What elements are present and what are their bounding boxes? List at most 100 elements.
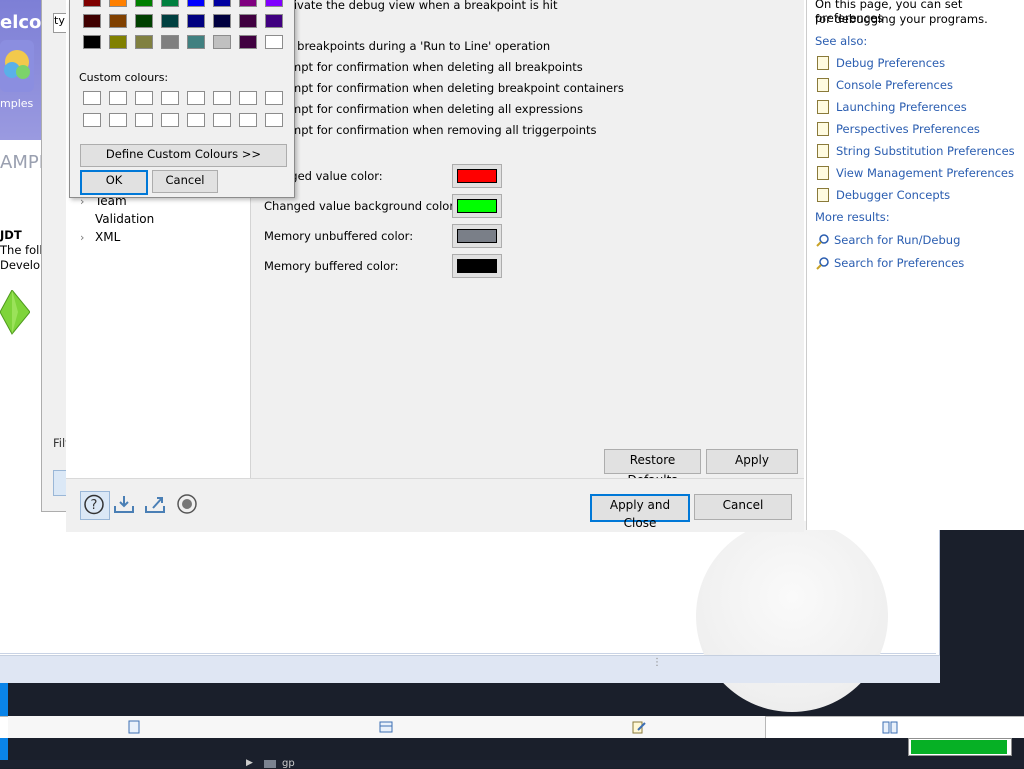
- checkbox-label[interactable]: ip breakpoints during a 'Run to Line' op…: [283, 39, 550, 53]
- svg-text:?: ?: [91, 498, 98, 513]
- document-icon: [817, 188, 829, 202]
- help-link-debugger-concepts[interactable]: Debugger Concepts: [836, 188, 950, 202]
- custom-colour-cell[interactable]: [187, 91, 205, 105]
- system-tray: [0, 760, 1024, 768]
- memory-buffered-color-button[interactable]: [452, 254, 502, 278]
- basic-colour-cell[interactable]: [187, 14, 205, 28]
- custom-colour-cell[interactable]: [213, 91, 231, 105]
- help-link-console-preferences[interactable]: Console Preferences: [836, 78, 953, 92]
- colour-cancel-button[interactable]: Cancel: [152, 170, 218, 193]
- basic-colour-cell[interactable]: [83, 35, 101, 49]
- jdt-gem-icon: [0, 289, 31, 336]
- samples-label: mples: [0, 97, 34, 110]
- basic-colour-cell[interactable]: [135, 14, 153, 28]
- color-swatch: [457, 199, 497, 213]
- document-icon: [817, 166, 829, 180]
- checkbox-label[interactable]: ompt for confirmation when removing all …: [283, 123, 597, 137]
- play-icon: ▶: [246, 758, 253, 768]
- ok-button[interactable]: OK: [80, 170, 148, 195]
- tree-item-xml[interactable]: XML: [95, 230, 120, 244]
- checkbox-label[interactable]: ctivate the debug view when a breakpoint…: [283, 0, 558, 12]
- custom-colour-cell[interactable]: [83, 113, 101, 127]
- export-icon[interactable]: [143, 492, 167, 516]
- define-custom-colours-button[interactable]: Define Custom Colours >>: [80, 144, 287, 167]
- checkbox-label[interactable]: ompt for confirmation when deleting all …: [283, 102, 583, 116]
- basic-colour-cell[interactable]: [265, 35, 283, 49]
- basic-colour-cell[interactable]: [161, 0, 179, 7]
- basic-colour-cell[interactable]: [187, 35, 205, 49]
- cancel-button[interactable]: Cancel: [694, 494, 792, 520]
- basic-colour-cell[interactable]: [161, 14, 179, 28]
- basic-colour-cell[interactable]: [239, 14, 257, 28]
- basic-colour-cell[interactable]: [187, 0, 205, 7]
- document-icon: [817, 78, 829, 92]
- apply-and-close-button[interactable]: Apply and Close: [590, 494, 690, 530]
- basic-colour-cell[interactable]: [83, 14, 101, 28]
- apply-button[interactable]: Apply: [706, 449, 798, 474]
- splitter-handle[interactable]: ⋮: [652, 658, 662, 678]
- memory-unbuffered-color-button[interactable]: [452, 224, 502, 248]
- window-icon: [264, 760, 276, 768]
- help-link-string-substitution-preferences[interactable]: String Substitution Preferences: [836, 144, 1015, 158]
- checkbox-label[interactable]: ompt for confirmation when deleting brea…: [283, 81, 624, 95]
- changed-value-background-color-button[interactable]: [452, 194, 502, 218]
- changed-value-color-label: nged value color:: [283, 169, 383, 183]
- changed-value-color-button[interactable]: [452, 164, 502, 188]
- custom-colour-cell[interactable]: [135, 91, 153, 105]
- basic-colour-cell[interactable]: [83, 0, 101, 7]
- custom-colour-cell[interactable]: [135, 113, 153, 127]
- custom-colour-cell[interactable]: [265, 91, 283, 105]
- help-link-debug-preferences[interactable]: Debug Preferences: [836, 56, 945, 70]
- document-icon: [817, 144, 829, 158]
- import-icon[interactable]: [112, 492, 136, 516]
- color-swatch: [457, 229, 497, 243]
- more-results-heading: More results:: [815, 210, 890, 224]
- tray-label: gp: [282, 758, 295, 769]
- custom-colour-cell[interactable]: [83, 91, 101, 105]
- custom-colour-cell[interactable]: [213, 113, 231, 127]
- basic-colour-cell[interactable]: [135, 0, 153, 7]
- checkbox-label[interactable]: ompt for confirmation when deleting all …: [283, 60, 583, 74]
- memory-buffered-color-label: Memory buffered color:: [264, 259, 399, 273]
- basic-colour-cell[interactable]: [213, 35, 231, 49]
- help-link-view-management-preferences[interactable]: View Management Preferences: [836, 166, 1014, 180]
- restore-defaults-button[interactable]: Restore Defaults: [604, 449, 701, 487]
- view-strip: [0, 655, 940, 683]
- help-intro: for debugging your programs.: [815, 12, 988, 26]
- basic-colour-cell[interactable]: [109, 35, 127, 49]
- custom-colour-cell[interactable]: [239, 91, 257, 105]
- custom-colour-cell[interactable]: [109, 91, 127, 105]
- custom-colour-cell[interactable]: [161, 91, 179, 105]
- help-link-perspectives-preferences[interactable]: Perspectives Preferences: [836, 122, 980, 136]
- basic-colour-cell[interactable]: [265, 0, 283, 7]
- basic-colour-cell[interactable]: [213, 14, 231, 28]
- expand-arrow-icon[interactable]: ›: [80, 231, 84, 244]
- custom-colour-cell[interactable]: [265, 113, 283, 127]
- custom-colour-cell[interactable]: [239, 113, 257, 127]
- document-icon: [817, 100, 829, 114]
- basic-colour-cell[interactable]: [109, 0, 127, 7]
- help-link-launching-preferences[interactable]: Launching Preferences: [836, 100, 967, 114]
- custom-colours-label: Custom colours:: [79, 71, 169, 84]
- grid-icon: [379, 720, 393, 734]
- record-icon[interactable]: [175, 492, 199, 516]
- samples-icon[interactable]: [0, 40, 34, 92]
- basic-colour-cell[interactable]: [239, 35, 257, 49]
- basic-colour-cell[interactable]: [265, 14, 283, 28]
- colour-picker-dialog: [69, 0, 295, 198]
- basic-colour-cell[interactable]: [135, 35, 153, 49]
- basic-colour-cell[interactable]: [239, 0, 257, 7]
- custom-colour-cell[interactable]: [187, 113, 205, 127]
- custom-colour-cell[interactable]: [161, 113, 179, 127]
- search-run-debug-link[interactable]: Search for Run/Debug: [834, 233, 960, 247]
- search-preferences-link[interactable]: Search for Preferences: [834, 256, 964, 270]
- search-icon: [815, 256, 831, 270]
- tree-item-validation[interactable]: Validation: [95, 212, 154, 226]
- basic-colour-cell[interactable]: [161, 35, 179, 49]
- basic-colour-cell[interactable]: [109, 14, 127, 28]
- basic-colour-cell[interactable]: [213, 0, 231, 7]
- custom-colour-cell[interactable]: [109, 113, 127, 127]
- help-icon[interactable]: ?: [80, 491, 110, 520]
- memory-unbuffered-color-label: Memory unbuffered color:: [264, 229, 414, 243]
- document-icon: [817, 122, 829, 136]
